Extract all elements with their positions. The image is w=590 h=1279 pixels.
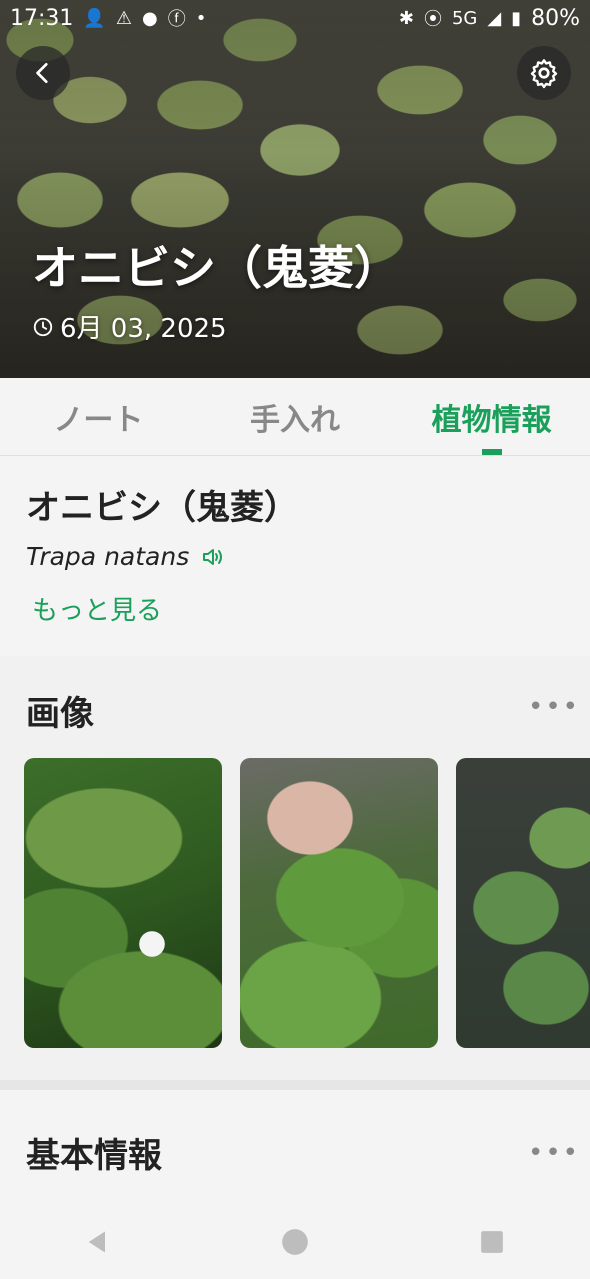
square-recents-icon <box>480 1231 503 1253</box>
nav-home-button[interactable] <box>265 1212 325 1272</box>
system-icons: ✱ ⦿ 5G ◢ ▮ 80% <box>399 5 580 31</box>
notification-icons: 👤 ⚠ ● ⓕ • <box>83 5 206 31</box>
tab-plant-info[interactable]: 植物情報 <box>393 378 590 455</box>
speaker-icon[interactable] <box>201 546 227 568</box>
plant-image-thumbnail[interactable] <box>240 758 438 1048</box>
section-divider <box>0 1080 590 1090</box>
back-button[interactable] <box>16 46 70 100</box>
images-title: 画像 <box>26 694 94 734</box>
gear-icon <box>530 59 558 89</box>
settings-button[interactable] <box>517 46 571 100</box>
tab-notes[interactable]: ノート <box>0 378 197 455</box>
navigation-bar <box>0 1205 590 1279</box>
scientific-name: Trapa natans <box>26 542 190 571</box>
plant-image-thumbnail[interactable] <box>456 758 590 1048</box>
circle-home-icon <box>282 1229 308 1255</box>
basic-info-title: 基本情報 <box>26 1136 162 1176</box>
person-icon: 👤 <box>83 7 106 29</box>
tab-care[interactable]: 手入れ <box>197 378 394 455</box>
hero-title: オニビシ（鬼菱） <box>32 241 400 295</box>
signal-icon: ◢ <box>487 7 502 29</box>
dot-icon: • <box>195 7 207 29</box>
scientific-name-row: Trapa natans <box>26 542 227 571</box>
battery-level: 80% <box>531 5 580 31</box>
hero-date: 6月 03, 2025 <box>32 308 227 345</box>
network-type: 5G <box>451 7 478 29</box>
plant-name: オニビシ（鬼菱） <box>26 488 298 528</box>
activity-icon: ● <box>141 7 158 29</box>
nav-recents-button[interactable] <box>462 1212 522 1272</box>
nav-back-button[interactable] <box>68 1212 128 1272</box>
plant-image-thumbnail[interactable] <box>24 758 222 1048</box>
location-icon: ⦿ <box>423 9 442 30</box>
bluetooth-icon: ✱ <box>398 7 414 29</box>
plant-info-card: オニビシ（鬼菱） Trapa natans もっと見る <box>0 456 590 656</box>
basic-info-section: 基本情報 ••• <box>0 1090 590 1205</box>
warning-icon: ⚠ <box>115 7 132 29</box>
see-more-link[interactable]: もっと見る <box>32 590 162 627</box>
date-text: 6月 03, 2025 <box>60 314 227 344</box>
battery-icon: ▮ <box>511 7 522 29</box>
basic-info-menu-button[interactable]: ••• <box>528 1138 580 1168</box>
triangle-back-icon <box>88 1231 106 1253</box>
images-menu-button[interactable]: ••• <box>528 692 580 722</box>
tab-bar: ノート 手入れ 植物情報 <box>0 378 590 456</box>
facebook-icon: ⓕ <box>167 9 186 30</box>
status-time: 17:31 <box>10 5 74 31</box>
clock-icon <box>33 317 53 336</box>
status-bar: 17:31 👤 ⚠ ● ⓕ • ✱ ⦿ 5G ◢ ▮ 80% <box>0 0 590 36</box>
chevron-left-icon <box>36 62 48 84</box>
